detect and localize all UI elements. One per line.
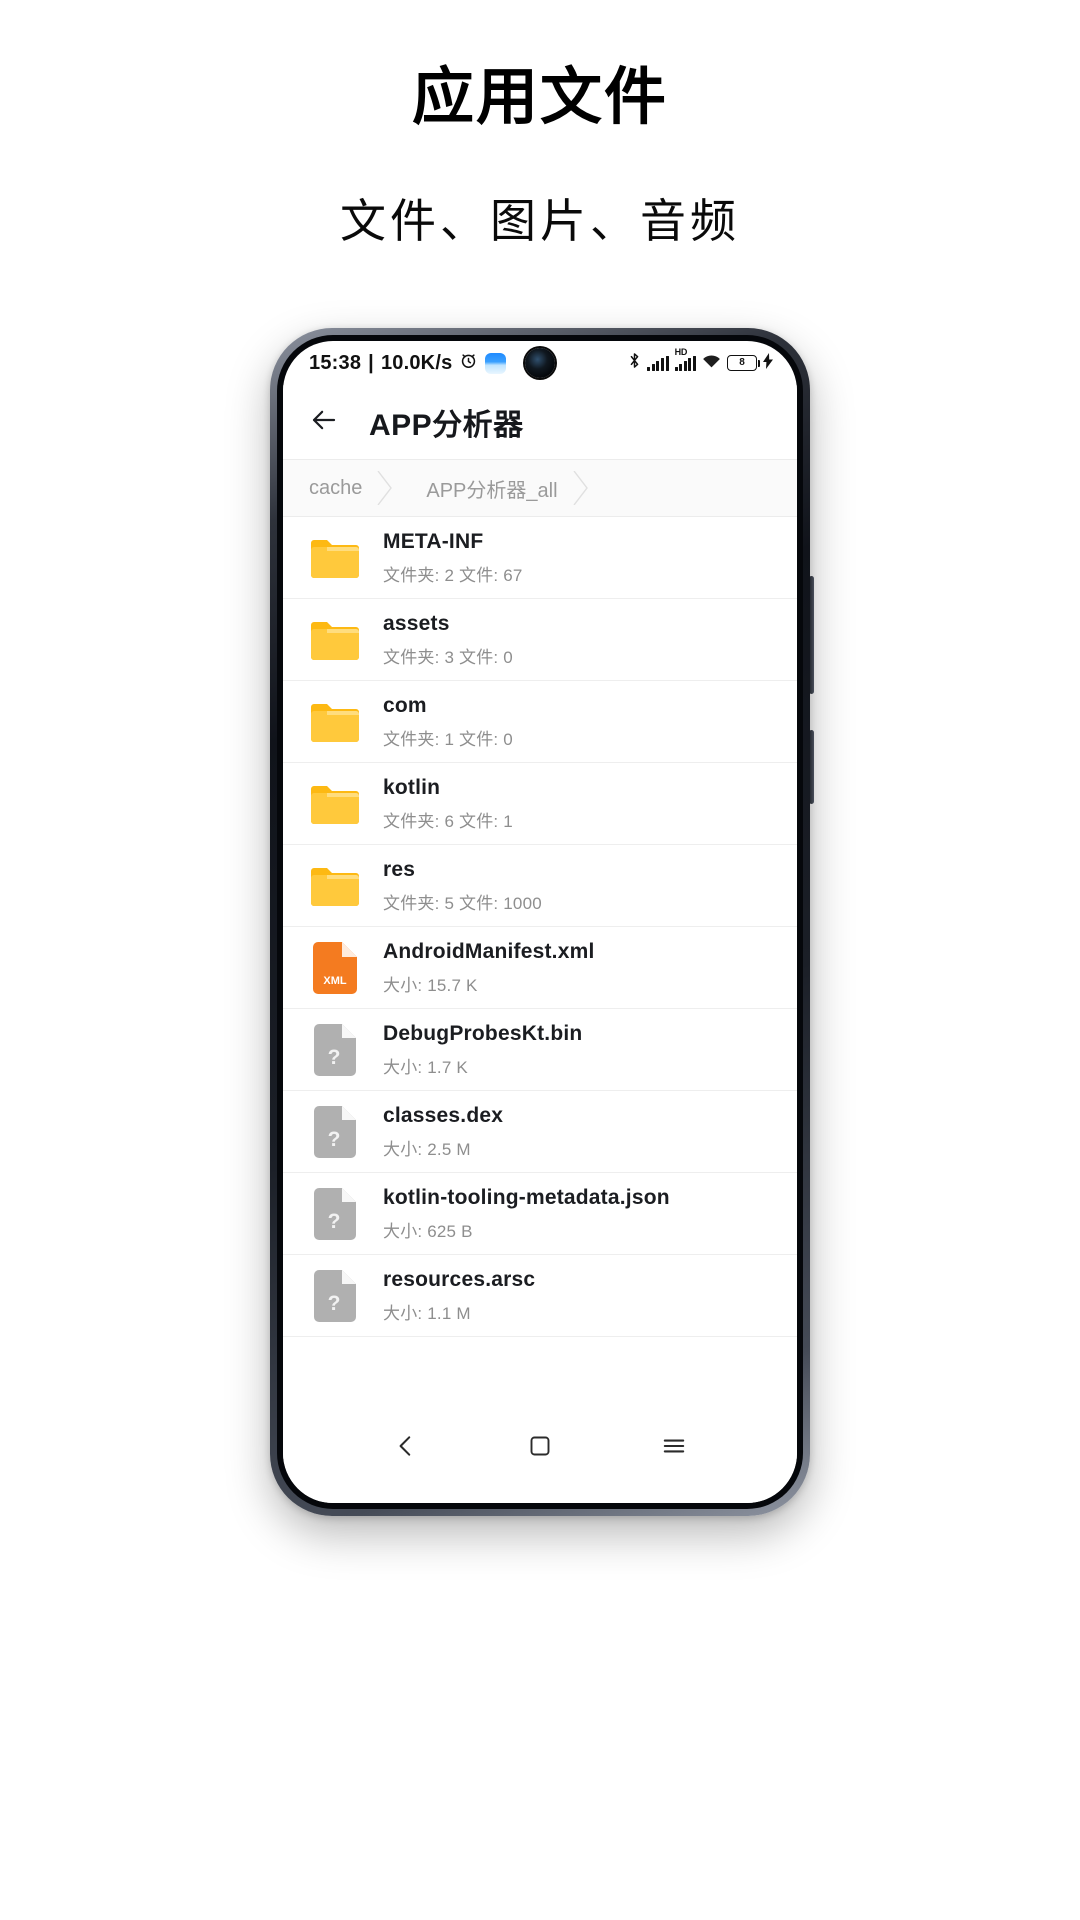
breadcrumb: cache APP分析器_all xyxy=(283,459,797,517)
file-row[interactable]: ? resources.arsc 大小: 1.1 M xyxy=(283,1255,797,1337)
phone-frame: 15:38 | 10.0K/s HD 8 APP分析器 cache APP分析器… xyxy=(270,328,810,1516)
svg-text:?: ? xyxy=(328,1046,341,1069)
file-meta: 大小: 2.5 M xyxy=(383,1139,471,1159)
file-list[interactable]: META-INF 文件夹: 2 文件: 67 assets 文件夹: 3 文件: 0 c… xyxy=(283,517,797,1407)
file-row[interactable]: ? kotlin-tooling-metadata.json 大小: 625 B xyxy=(283,1173,797,1255)
phone-mockup: 15:38 | 10.0K/s HD 8 APP分析器 cache APP分析器… xyxy=(270,328,814,1516)
nav-recents-icon[interactable] xyxy=(646,1418,702,1474)
folder-icon xyxy=(309,780,361,828)
file-name: res xyxy=(383,857,416,881)
file-name: kotlin xyxy=(383,775,441,799)
svg-text:?: ? xyxy=(328,1128,341,1151)
file-meta: 大小: 625 B xyxy=(383,1221,473,1241)
punch-hole-camera xyxy=(525,348,555,378)
folder-icon xyxy=(309,534,361,582)
file-name: com xyxy=(383,693,427,717)
file-meta: 文件夹: 6 文件: 1 xyxy=(383,811,513,831)
promo-header: 应用文件 文件、图片、音频 xyxy=(0,0,1080,251)
charging-bolt-icon xyxy=(763,352,773,374)
file-row[interactable]: com 文件夹: 1 文件: 0 xyxy=(283,681,797,763)
signal-bars-icon xyxy=(647,355,669,371)
battery-level: 8 xyxy=(739,357,745,368)
file-row[interactable]: META-INF 文件夹: 2 文件: 67 xyxy=(283,517,797,599)
status-netspeed: 10.0K/s xyxy=(380,351,453,374)
file-meta: 大小: 15.7 K xyxy=(383,975,478,995)
file-row[interactable]: kotlin 文件夹: 6 文件: 1 xyxy=(283,763,797,845)
file-name: assets xyxy=(383,611,450,635)
file-name: classes.dex xyxy=(383,1103,504,1127)
breadcrumb-item-cache[interactable]: cache xyxy=(283,460,393,516)
svg-text:?: ? xyxy=(328,1210,341,1233)
file-meta: 文件夹: 2 文件: 67 xyxy=(383,565,523,585)
file-row[interactable]: assets 文件夹: 3 文件: 0 xyxy=(283,599,797,681)
status-separator: | xyxy=(368,351,374,374)
app-toolbar: APP分析器 xyxy=(283,385,797,459)
chevron-right-icon xyxy=(572,470,589,506)
breadcrumb-label: APP分析器_all xyxy=(426,479,558,502)
chevron-right-icon xyxy=(377,470,393,506)
file-name: DebugProbesKt.bin xyxy=(383,1021,583,1045)
status-time: 15:38 xyxy=(309,351,362,374)
unknown-file-icon: ? xyxy=(309,1269,361,1322)
file-name: resources.arsc xyxy=(383,1267,536,1291)
breadcrumb-label: cache xyxy=(309,476,363,499)
phone-bezel: 15:38 | 10.0K/s HD 8 APP分析器 cache APP分析器… xyxy=(277,335,803,1509)
hd-label: HD xyxy=(674,346,688,357)
breadcrumb-item-app-analyzer-all[interactable]: APP分析器_all xyxy=(392,460,589,516)
unknown-file-icon: ? xyxy=(309,1023,361,1076)
folder-icon xyxy=(309,616,361,664)
phone-screen: 15:38 | 10.0K/s HD 8 APP分析器 cache APP分析器… xyxy=(283,341,797,1503)
file-row[interactable]: XML AndroidManifest.xml 大小: 15.7 K xyxy=(283,927,797,1009)
folder-icon xyxy=(309,862,361,910)
unknown-file-icon: ? xyxy=(309,1105,361,1158)
file-row[interactable]: ? DebugProbesKt.bin 大小: 1.7 K xyxy=(283,1009,797,1091)
file-row[interactable]: res 文件夹: 5 文件: 1000 xyxy=(283,845,797,927)
toolbar-title: APP分析器 xyxy=(369,409,524,442)
wifi-icon xyxy=(702,353,721,373)
file-meta: 文件夹: 5 文件: 1000 xyxy=(383,893,542,913)
status-bar: 15:38 | 10.0K/s HD 8 xyxy=(283,341,797,385)
nav-back-icon[interactable] xyxy=(378,1418,434,1474)
svg-text:?: ? xyxy=(328,1292,341,1315)
unknown-file-icon: ? xyxy=(309,1187,361,1240)
file-meta: 大小: 1.7 K xyxy=(383,1057,468,1077)
file-row[interactable]: ? classes.dex 大小: 2.5 M xyxy=(283,1091,797,1173)
page-subtitle: 文件、图片、音频 xyxy=(340,196,740,248)
file-meta: 文件夹: 1 文件: 0 xyxy=(383,729,513,749)
file-meta: 文件夹: 3 文件: 0 xyxy=(383,647,513,667)
status-bar-left: 15:38 | 10.0K/s xyxy=(309,351,507,375)
nav-home-icon[interactable] xyxy=(512,1418,568,1474)
file-name: kotlin-tooling-metadata.json xyxy=(383,1185,670,1209)
alarm-clock-icon xyxy=(459,351,478,375)
folder-icon xyxy=(309,698,361,746)
status-bar-right: HD 8 xyxy=(628,347,773,374)
weather-app-icon xyxy=(485,352,507,374)
page-title: 应用文件 xyxy=(411,63,668,132)
back-arrow-icon[interactable] xyxy=(309,405,339,440)
android-nav-bar xyxy=(283,1407,797,1503)
bluetooth-icon xyxy=(628,352,641,374)
xml-file-icon: XML xyxy=(309,941,361,994)
file-name: AndroidManifest.xml xyxy=(383,939,595,963)
svg-text:XML: XML xyxy=(323,975,347,987)
file-meta: 大小: 1.1 M xyxy=(383,1303,471,1323)
hd-signal-icon: HD xyxy=(674,347,696,371)
battery-icon: 8 xyxy=(727,355,761,371)
file-name: META-INF xyxy=(383,529,484,553)
